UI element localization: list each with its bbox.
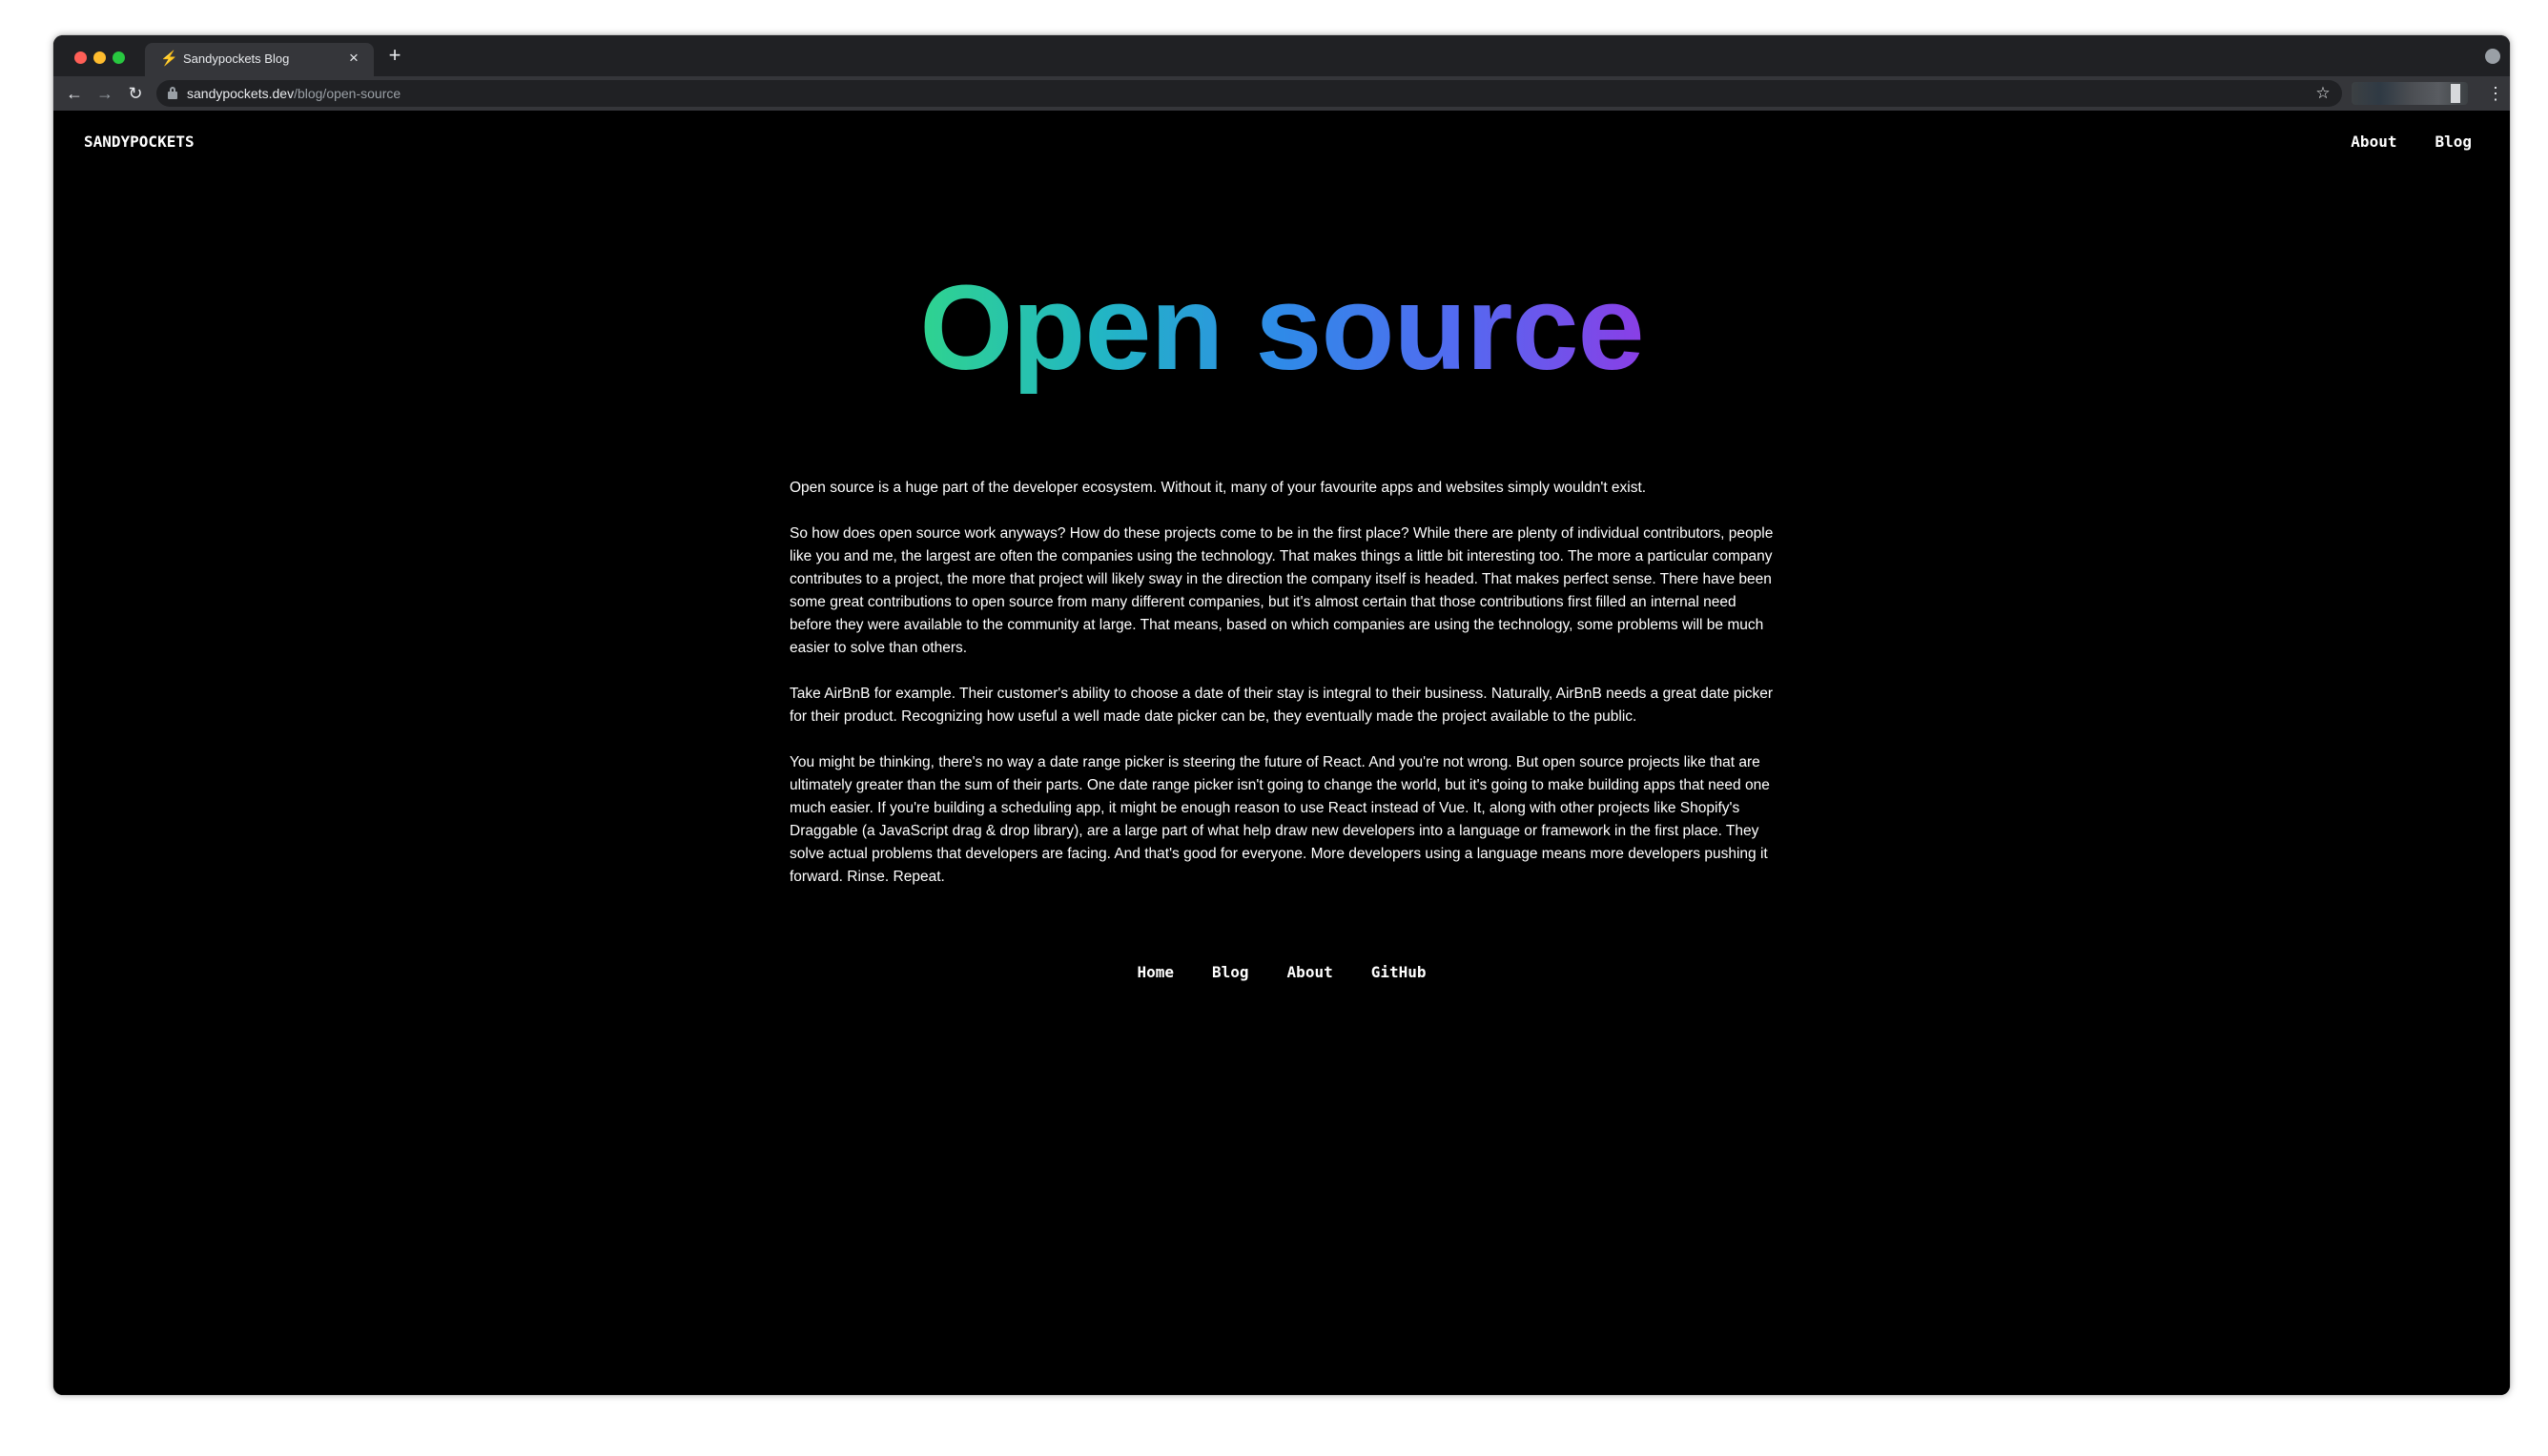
lightning-bolt-icon: ⚡ [160,51,178,67]
article-paragraph: Open source is a huge part of the develo… [790,480,1647,496]
minimize-window-button[interactable] [93,51,106,64]
tab-strip: ⚡ Sandypockets Blog × + [53,35,2510,76]
footer-github-link[interactable]: GitHub [1371,963,1427,981]
reload-icon[interactable]: ↻ [124,82,147,105]
address-bar[interactable]: sandypockets.dev/blog/open-source ☆ [156,80,2342,107]
page-title: Open source [53,261,2510,395]
new-tab-button[interactable]: + [383,44,406,67]
browser-toolbar: ← → ↻ sandypockets.dev/blog/open-source … [53,76,2510,111]
article-paragraph: So how does open source work anyways? Ho… [790,525,1774,656]
close-window-button[interactable] [74,51,87,64]
tab-title: Sandypockets Blog [183,51,290,66]
extensions-area[interactable] [2352,82,2468,105]
article-paragraph: Take AirBnB for example. Their customer'… [790,686,1774,725]
top-nav: About Blog [2351,133,2472,151]
bookmark-star-icon[interactable]: ☆ [2313,83,2332,104]
url-text[interactable]: sandypockets.dev/blog/open-source [187,86,401,101]
browser-window: ⚡ Sandypockets Blog × + ← → ↻ sandypocke… [53,35,2510,1395]
footer-nav: Home Blog About GitHub [53,963,2510,981]
footer-blog-link[interactable]: Blog [1212,963,1249,981]
site-logo[interactable]: SANDYPOCKETS [84,133,195,151]
url-path: /blog/open-source [294,86,401,101]
footer-about-link[interactable]: About [1287,963,1333,981]
url-host: sandypockets.dev [187,86,295,101]
lock-icon[interactable] [168,87,177,99]
page-title-text: Open source [919,260,1644,395]
close-tab-icon[interactable]: × [345,49,362,68]
maximize-window-button[interactable] [113,51,125,64]
back-arrow-icon[interactable]: ← [63,82,86,105]
profile-icon[interactable] [2485,49,2500,64]
footer-home-link[interactable]: Home [1137,963,1174,981]
web-page: SANDYPOCKETS About Blog Open source Open… [53,111,2510,1395]
article-body: Open source is a huge part of the develo… [790,477,1777,912]
browser-tab[interactable]: ⚡ Sandypockets Blog × [145,43,374,76]
kebab-menu-icon[interactable]: ⋮ [2487,82,2504,105]
forward-arrow-icon[interactable]: → [93,82,116,105]
top-nav-blog-link[interactable]: Blog [2435,133,2472,151]
article-paragraph: You might be thinking, there's no way a … [790,754,1770,885]
top-nav-about-link[interactable]: About [2351,133,2396,151]
